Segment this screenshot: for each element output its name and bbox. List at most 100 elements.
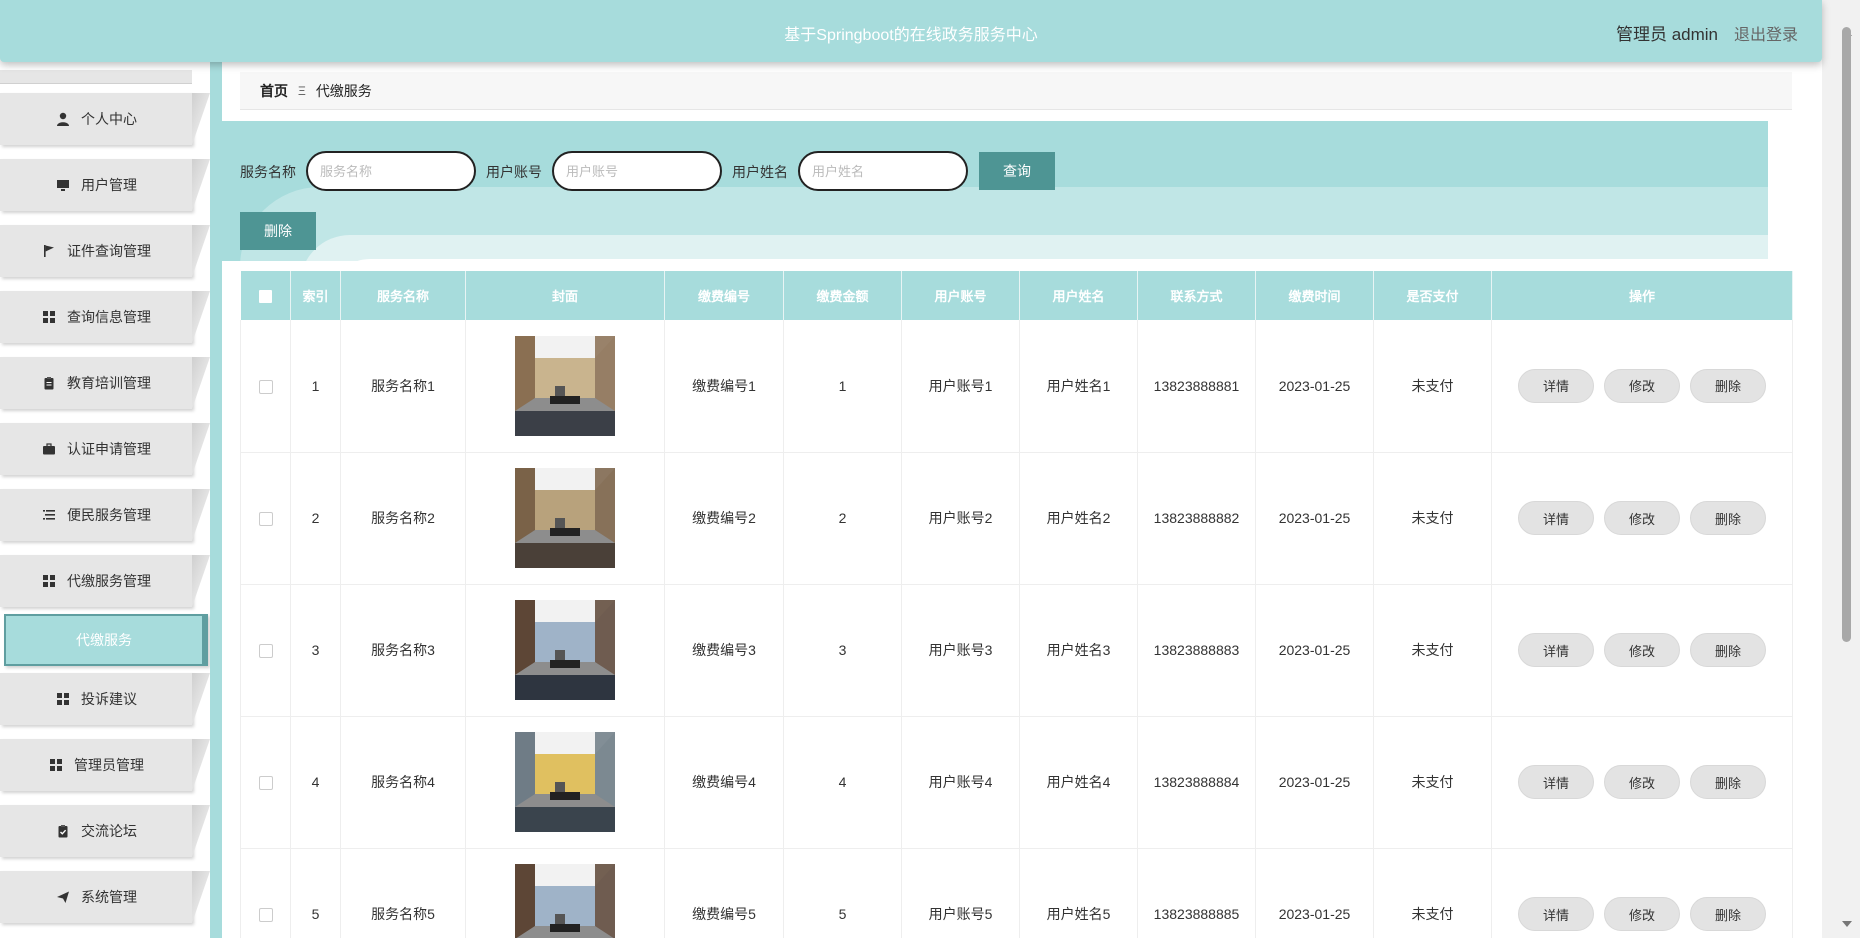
column-header: 是否支付 [1373, 271, 1492, 320]
sidebar-item-label: 交流论坛 [81, 823, 137, 839]
index-cell: 2 [290, 452, 341, 585]
sidebar-item-label: 证件查询管理 [67, 243, 151, 259]
sidebar-item-8[interactable]: 代缴服务管理 [0, 555, 210, 607]
panel-wave-decoration [330, 259, 1768, 261]
row-checkbox[interactable] [258, 776, 273, 791]
column-header: 服务名称 [340, 271, 466, 320]
cover-cell [465, 848, 665, 938]
sidebar-item-12[interactable]: 交流论坛 [0, 805, 210, 857]
scrollbar-thumb[interactable] [1842, 27, 1851, 642]
row-select-cell [240, 584, 291, 717]
delete-button[interactable]: 删除 [1690, 765, 1766, 799]
table-row: 5 服务名称5 缴费编号5 5 用户账号5 用户姓名5 13823888885 2023-01… [240, 848, 1793, 938]
cover-cell [465, 320, 665, 453]
detail-button[interactable]: 详情 [1518, 368, 1594, 403]
row-checkbox[interactable] [258, 908, 273, 923]
row-checkbox[interactable] [258, 379, 273, 394]
amount-cell: 3 [783, 584, 902, 717]
index-cell: 5 [290, 848, 341, 938]
sidebar-item-13[interactable]: 系统管理 [0, 871, 210, 923]
edit-button[interactable]: 修改 [1604, 633, 1680, 667]
column-header: 封面 [465, 271, 665, 320]
grid-icon [55, 691, 71, 707]
service-name-cell: 服务名称1 [340, 320, 466, 453]
query-button[interactable]: 查询 [979, 152, 1055, 190]
edit-button[interactable]: 修改 [1604, 501, 1680, 535]
username-input[interactable] [798, 151, 968, 191]
grid-icon [41, 573, 57, 589]
column-header: 操作 [1491, 271, 1793, 320]
delete-button[interactable]: 删除 [1690, 633, 1766, 667]
row-checkbox[interactable] [258, 644, 273, 659]
username-cell: 用户姓名4 [1019, 716, 1138, 849]
sidebar-item-11[interactable]: 管理员管理 [0, 739, 210, 791]
delete-button[interactable]: 删除 [1690, 368, 1766, 403]
sidebar-item-3[interactable]: 证件查询管理 [0, 225, 210, 277]
detail-button[interactable]: 详情 [1518, 633, 1594, 667]
actions-cell: 详情 修改 删除 [1491, 716, 1793, 849]
pay-no-cell: 缴费编号3 [664, 584, 784, 717]
scroll-down-icon[interactable] [1842, 921, 1852, 927]
service-name-cell: 服务名称5 [340, 848, 466, 938]
edit-button[interactable]: 修改 [1604, 368, 1680, 403]
service-name-input[interactable] [306, 151, 476, 191]
breadcrumb-separator-icon: Ξ [298, 83, 306, 98]
batch-delete-button[interactable]: 删除 [240, 212, 316, 250]
sidebar-item-2[interactable]: 用户管理 [0, 159, 210, 211]
sidebar-item-edge [192, 225, 210, 277]
account-cell: 用户账号1 [901, 320, 1020, 453]
account-label: 用户账号 [486, 164, 542, 180]
detail-button[interactable]: 详情 [1518, 765, 1594, 799]
app-title: 基于Springboot的在线政务服务中心 [784, 27, 1038, 44]
sidebar-item-7[interactable]: 便民服务管理 [0, 489, 210, 541]
search-panel [210, 121, 1768, 261]
sidebar-item-edge [192, 739, 210, 791]
admin-user-label: 管理员 admin [1615, 25, 1718, 44]
flag-icon [41, 243, 57, 259]
sidebar-item-label: 教育培训管理 [67, 375, 151, 391]
sidebar-item-5[interactable]: 教育培训管理 [0, 357, 210, 409]
row-checkbox[interactable] [258, 512, 273, 527]
grid-icon [41, 309, 57, 325]
column-header: 用户账号 [901, 271, 1020, 320]
table-row: 4 服务名称4 缴费编号4 4 用户账号4 用户姓名4 13823888884 2023-01… [240, 716, 1793, 849]
sidebar-item-label: 代缴服务管理 [67, 573, 151, 589]
sidebar-item-label: 查询信息管理 [67, 309, 151, 325]
column-header: 用户姓名 [1019, 271, 1138, 320]
actions-cell: 详情 修改 删除 [1491, 452, 1793, 585]
logout-link[interactable]: 退出登录 [1734, 21, 1798, 45]
sidebar-item-1[interactable]: 个人中心 [0, 93, 210, 145]
delete-button[interactable]: 删除 [1690, 897, 1766, 931]
sidebar-item-9[interactable]: 代缴服务 [4, 614, 208, 666]
phone-cell: 13823888881 [1137, 320, 1256, 453]
select-all-checkbox[interactable] [258, 290, 272, 304]
pay-no-cell: 缴费编号4 [664, 716, 784, 849]
sidebar-top-stub [0, 70, 192, 84]
amount-cell: 2 [783, 452, 902, 585]
cover-cell [465, 452, 665, 585]
detail-button[interactable]: 详情 [1518, 897, 1594, 931]
phone-cell: 13823888885 [1137, 848, 1256, 938]
sidebar-item-edge [192, 489, 210, 541]
amount-cell: 5 [783, 848, 902, 938]
phone-cell: 13823888883 [1137, 584, 1256, 717]
account-cell: 用户账号2 [901, 452, 1020, 585]
phone-cell: 13823888884 [1137, 716, 1256, 849]
cover-image [515, 600, 615, 700]
account-input[interactable] [552, 151, 722, 191]
edit-button[interactable]: 修改 [1604, 897, 1680, 931]
delete-button[interactable]: 删除 [1690, 501, 1766, 535]
sidebar-item-edge [192, 871, 210, 923]
sidebar-item-10[interactable]: 投诉建议 [0, 673, 210, 725]
service-name-cell: 服务名称4 [340, 716, 466, 849]
detail-button[interactable]: 详情 [1518, 501, 1594, 535]
sidebar-item-6[interactable]: 认证申请管理 [0, 423, 210, 475]
sidebar-item-4[interactable]: 查询信息管理 [0, 291, 210, 343]
vertical-scrollbar[interactable] [1822, 0, 1860, 938]
username-cell: 用户姓名1 [1019, 320, 1138, 453]
breadcrumb-home[interactable]: 首页 [260, 81, 288, 101]
pay-time-cell: 2023-01-25 [1255, 584, 1374, 717]
sidebar: 个人中心 用户管理 证件查询管理 查询信息管理 教育培训管理 认证申请管理 便民服务管理 代缴… [0, 62, 210, 938]
edit-button[interactable]: 修改 [1604, 765, 1680, 799]
breadcrumb: 首页 Ξ 代缴服务 [240, 72, 1792, 110]
